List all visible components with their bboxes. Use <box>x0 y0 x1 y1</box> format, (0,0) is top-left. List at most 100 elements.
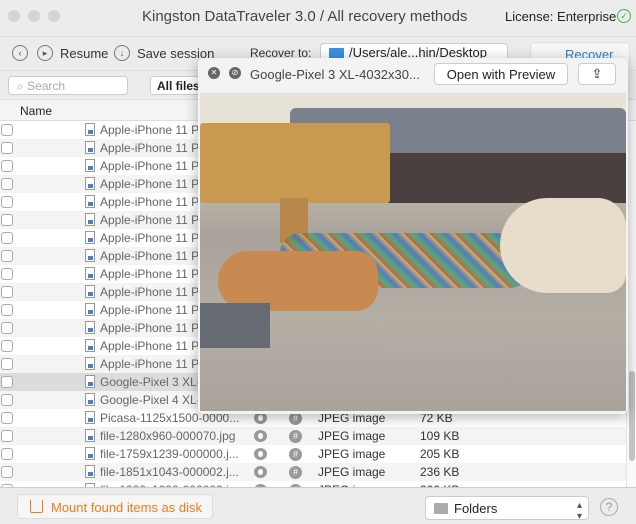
jpeg-file-icon <box>85 285 95 298</box>
file-name: Apple-iPhone 11 Pro <box>100 339 210 353</box>
row-checkbox[interactable] <box>1 466 13 478</box>
row-checkbox[interactable] <box>1 358 13 370</box>
row-checkbox[interactable] <box>1 340 13 352</box>
file-name: Apple-iPhone 11 Pro <box>100 141 210 155</box>
file-name: Apple-iPhone 11 Pro <box>100 303 210 317</box>
window-title: Kingston DataTraveler 3.0 / All recovery… <box>142 8 468 25</box>
table-row[interactable]: file-1759x1239-000000.j... # JPEG image 205… <box>0 445 626 463</box>
search-input[interactable]: ⌕ Search <box>8 76 128 95</box>
license-check-icon: ✓ <box>617 9 631 23</box>
back-button[interactable]: ‹ <box>12 45 28 61</box>
folder-icon <box>434 503 448 514</box>
jpeg-file-icon <box>85 249 95 262</box>
hash-icon[interactable]: # <box>289 466 302 479</box>
row-checkbox[interactable] <box>1 196 13 208</box>
file-type: JPEG image <box>318 429 386 443</box>
jpeg-file-icon <box>85 339 95 352</box>
fullscreen-preview-button[interactable]: ⊘ <box>229 67 241 79</box>
row-checkbox[interactable] <box>1 376 13 388</box>
lego-box <box>200 303 270 348</box>
row-checkbox[interactable] <box>1 124 13 136</box>
preview-eye-icon[interactable] <box>254 466 267 478</box>
file-name: Apple-iPhone 11 Pro <box>100 267 210 281</box>
help-button[interactable]: ? <box>600 498 618 516</box>
file-name: Apple-iPhone 11 Pro <box>100 159 210 173</box>
file-name: Apple-iPhone 11 Pro <box>100 249 210 263</box>
chevron-updown-icon: ▴ ▾ <box>576 500 582 522</box>
resume-button[interactable]: Resume <box>60 46 108 61</box>
bottom-bar: Mount found items as disk Folders ▴ ▾ ? <box>0 487 636 524</box>
row-checkbox[interactable] <box>1 160 13 172</box>
name-column-header[interactable]: Name <box>20 104 52 118</box>
table-row[interactable]: file-1851x1043-000002.j... # JPEG image 236… <box>0 463 626 481</box>
resume-icon[interactable]: ▸ <box>37 45 53 61</box>
jpeg-file-icon <box>85 177 95 190</box>
quick-look-preview: ✕ ⊘ Google-Pixel 3 XL-4032x30... Open wi… <box>198 58 628 414</box>
file-name: Apple-iPhone 11 Pro <box>100 285 210 299</box>
wooden-table <box>200 123 390 203</box>
jpeg-file-icon <box>85 303 95 316</box>
file-name: file-1759x1239-000000.j... <box>100 447 239 461</box>
save-icon[interactable]: ↓ <box>114 45 130 61</box>
preview-title: Google-Pixel 3 XL-4032x30... <box>250 67 420 82</box>
share-icon: ⇪ <box>591 66 603 81</box>
jpeg-file-icon <box>85 141 95 154</box>
mount-disk-button[interactable]: Mount found items as disk <box>17 494 213 519</box>
file-size: 236 KB <box>420 465 460 479</box>
preview-eye-icon[interactable] <box>254 448 267 460</box>
view-select[interactable]: Folders ▴ ▾ <box>425 496 589 522</box>
cat <box>218 251 378 311</box>
row-checkbox[interactable] <box>1 430 13 442</box>
file-name: Apple-iPhone 11 Pro <box>100 321 210 335</box>
file-name: Apple-iPhone 11 Pro <box>100 195 210 209</box>
share-button[interactable]: ⇪ <box>578 63 616 85</box>
preview-eye-icon[interactable] <box>254 430 267 442</box>
jpeg-file-icon <box>85 465 95 478</box>
row-checkbox[interactable] <box>1 178 13 190</box>
zoom-window-button[interactable] <box>48 10 60 22</box>
close-window-button[interactable] <box>8 10 20 22</box>
jpeg-file-icon <box>85 357 95 370</box>
file-size: 205 KB <box>420 447 460 461</box>
row-checkbox[interactable] <box>1 448 13 460</box>
view-select-value: Folders <box>454 501 498 516</box>
row-checkbox[interactable] <box>1 214 13 226</box>
row-checkbox[interactable] <box>1 232 13 244</box>
scrollbar-thumb[interactable] <box>629 371 635 461</box>
file-name: Apple-iPhone 11 Pro <box>100 177 210 191</box>
row-checkbox[interactable] <box>1 322 13 334</box>
file-name: Apple-iPhone 11 Pro <box>100 357 210 371</box>
jpeg-file-icon <box>85 411 95 424</box>
jpeg-file-icon <box>85 159 95 172</box>
file-name: file-1851x1043-000002.j... <box>100 465 239 479</box>
file-name: file-1280x960-000070.jpg <box>100 429 236 443</box>
row-checkbox[interactable] <box>1 142 13 154</box>
row-checkbox[interactable] <box>1 394 13 406</box>
close-preview-button[interactable]: ✕ <box>208 67 220 79</box>
table-row[interactable]: file-1280x960-000070.jpg # JPEG image 109 K… <box>0 427 626 445</box>
file-size: 109 KB <box>420 429 460 443</box>
jpeg-file-icon <box>85 393 95 406</box>
open-with-preview-button[interactable]: Open with Preview <box>434 63 568 85</box>
file-name: Google-Pixel 4 XL- <box>100 393 201 407</box>
jpeg-file-icon <box>85 267 95 280</box>
jpeg-file-icon <box>85 429 95 442</box>
hash-icon[interactable]: # <box>289 448 302 461</box>
file-name: Apple-iPhone 11 Pro <box>100 231 210 245</box>
mount-label: Mount found items as disk <box>51 500 203 515</box>
row-checkbox[interactable] <box>1 286 13 298</box>
jpeg-file-icon <box>85 375 95 388</box>
search-placeholder: Search <box>27 79 66 93</box>
preview-image <box>200 93 626 411</box>
mount-icon <box>30 500 43 513</box>
row-checkbox[interactable] <box>1 268 13 280</box>
row-checkbox[interactable] <box>1 250 13 262</box>
row-checkbox[interactable] <box>1 412 13 424</box>
jpeg-file-icon <box>85 213 95 226</box>
license-label: License: Enterprise <box>505 9 617 24</box>
file-name: Apple-iPhone 11 Pro <box>100 123 210 137</box>
hash-icon[interactable]: # <box>289 430 302 443</box>
minimize-window-button[interactable] <box>28 10 40 22</box>
row-checkbox[interactable] <box>1 304 13 316</box>
file-name: Apple-iPhone 11 Pro <box>100 213 210 227</box>
